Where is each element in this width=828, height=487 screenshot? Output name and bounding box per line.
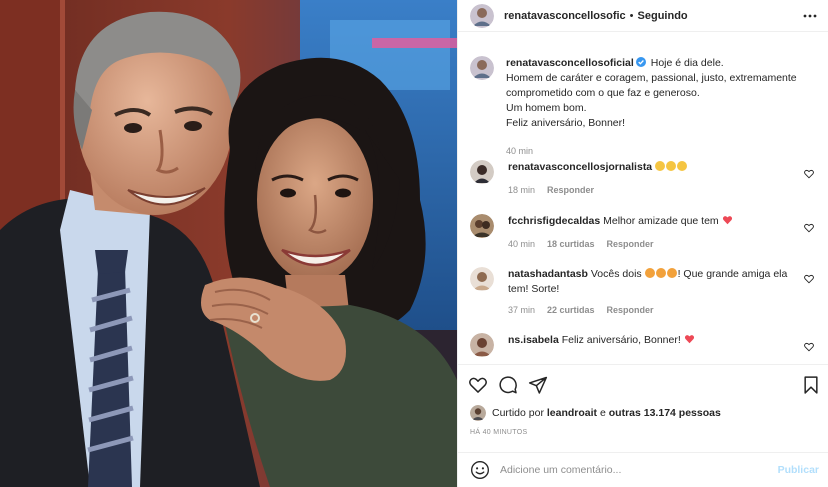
likes-others-count[interactable]: outras 13.174 pessoas [609,407,721,419]
commenter-avatar[interactable] [470,333,494,357]
likes-summary: Curtido por leandroait e outras 13.174 p… [470,405,721,421]
heart-eyes-emoji [655,268,666,278]
liker-avatar[interactable] [470,405,486,421]
comment-text: Melhor amizade que tem [603,215,719,227]
verified-badge-icon [635,57,646,67]
reply-button[interactable]: Responder [547,183,594,198]
comment-item: natashadantasb Vocês dois ! Que grande a… [470,267,820,318]
comment-username[interactable]: fcchrisfigdecaldas [508,215,600,227]
comment-meta: 37 min 22 curtidas Responder [508,303,808,318]
heart-eyes-emoji [644,268,655,278]
comment-body: ns.isabela Feliz aniversário, Bonner! [508,333,808,357]
paper-plane-icon[interactable] [528,375,548,395]
post-side-panel: renatavasconcellosofic • Seguindo renata… [457,0,828,487]
comment-body: natashadantasb Vocês dois ! Que grande a… [508,267,808,318]
caption-avatar[interactable] [470,56,494,80]
commenter-avatar[interactable] [470,160,494,184]
comment-username[interactable]: renatavasconcellosjornalista [508,161,652,173]
comment-text: Feliz aniversário, Bonner! [561,334,681,346]
clap-emoji [666,161,677,171]
like-comment-heart-icon[interactable] [804,342,814,352]
caption-body: renatavasconcellosoficial Hoje é dia del… [506,56,816,159]
comment-meta: 40 min 18 curtidas Responder [508,237,808,252]
comment-time[interactable]: 18 min [508,183,535,198]
like-comment-heart-icon[interactable] [804,169,814,179]
author-username[interactable]: renatavasconcellosofic [504,10,626,22]
instagram-post: renatavasconcellosofic • Seguindo renata… [0,0,828,487]
header-separator: • [629,9,634,22]
liker-username[interactable]: leandroait [547,407,597,419]
caption-line-3: Um homem bom. [506,102,587,114]
heart-eyes-emoji-group [644,268,678,280]
likes-prefix: Curtido por [492,407,544,419]
caption-meta: 40 min [506,144,816,159]
likes-middle: e [599,407,606,419]
author-avatar[interactable] [470,3,494,28]
publish-button[interactable]: Publicar [778,464,819,476]
comment-body: renatavasconcellosjornalista 18 min Resp… [508,160,808,198]
like-comment-heart-icon[interactable] [804,223,814,233]
likes-text: Curtido por leandroait e outras 13.174 p… [492,407,721,419]
bookmark-icon[interactable] [801,375,821,395]
comment-item: renatavasconcellosjornalista 18 min Resp… [470,160,820,198]
comment-time[interactable]: 37 min [508,303,535,318]
comment-username[interactable]: ns.isabela [508,334,559,346]
red-heart-emoji [722,216,732,225]
comment-likes-count[interactable]: 22 curtidas [547,303,595,318]
comment-item: ns.isabela Feliz aniversário, Bonner! [470,333,820,357]
comment-input[interactable] [500,462,760,478]
comment-username[interactable]: natashadantasb [508,268,588,280]
heart-eyes-emoji [666,268,677,278]
reply-button[interactable]: Responder [607,237,654,252]
comment-meta: 18 min Responder [508,183,808,198]
clap-emoji [655,161,666,171]
add-comment-bar: Publicar [458,452,828,487]
comment-bubble-icon[interactable] [498,375,518,395]
caption-line-4: Feliz aniversário, Bonner! [506,117,626,129]
comment-likes-count[interactable]: 18 curtidas [547,237,595,252]
comment-item: fcchrisfigdecaldas Melhor amizade que te… [470,214,820,252]
follow-status-button[interactable]: Seguindo [638,10,688,22]
comment-time[interactable]: 40 min [508,237,535,252]
post-header: renatavasconcellosofic • Seguindo [458,0,828,32]
red-heart-emoji [684,335,694,344]
post-timestamp[interactable]: HÁ 40 MINUTOS [470,429,527,436]
heart-outline-icon[interactable] [468,375,488,395]
post-image-illustration [0,0,457,487]
clap-emoji [677,161,688,171]
more-horizontal-icon[interactable] [803,9,817,23]
post-photo[interactable] [0,0,457,487]
caption-time[interactable]: 40 min [506,144,533,159]
commenter-avatar[interactable] [470,267,494,291]
comment-body: fcchrisfigdecaldas Melhor amizade que te… [508,214,808,252]
clap-emoji-group [655,161,688,173]
caption-username[interactable]: renatavasconcellosoficial [506,57,634,69]
like-comment-heart-icon[interactable] [804,274,814,284]
caption-line-1: Hoje é dia dele. [650,57,724,69]
post-action-bar [458,364,828,404]
caption-line-2: Homem de caráter e coragem, passional, j… [506,72,797,99]
comment-text-before: Vocês dois [590,268,642,280]
reply-button[interactable]: Responder [607,303,654,318]
smiley-icon[interactable] [470,460,490,480]
commenter-avatar[interactable] [470,214,494,238]
post-caption: renatavasconcellosoficial Hoje é dia del… [470,56,820,159]
